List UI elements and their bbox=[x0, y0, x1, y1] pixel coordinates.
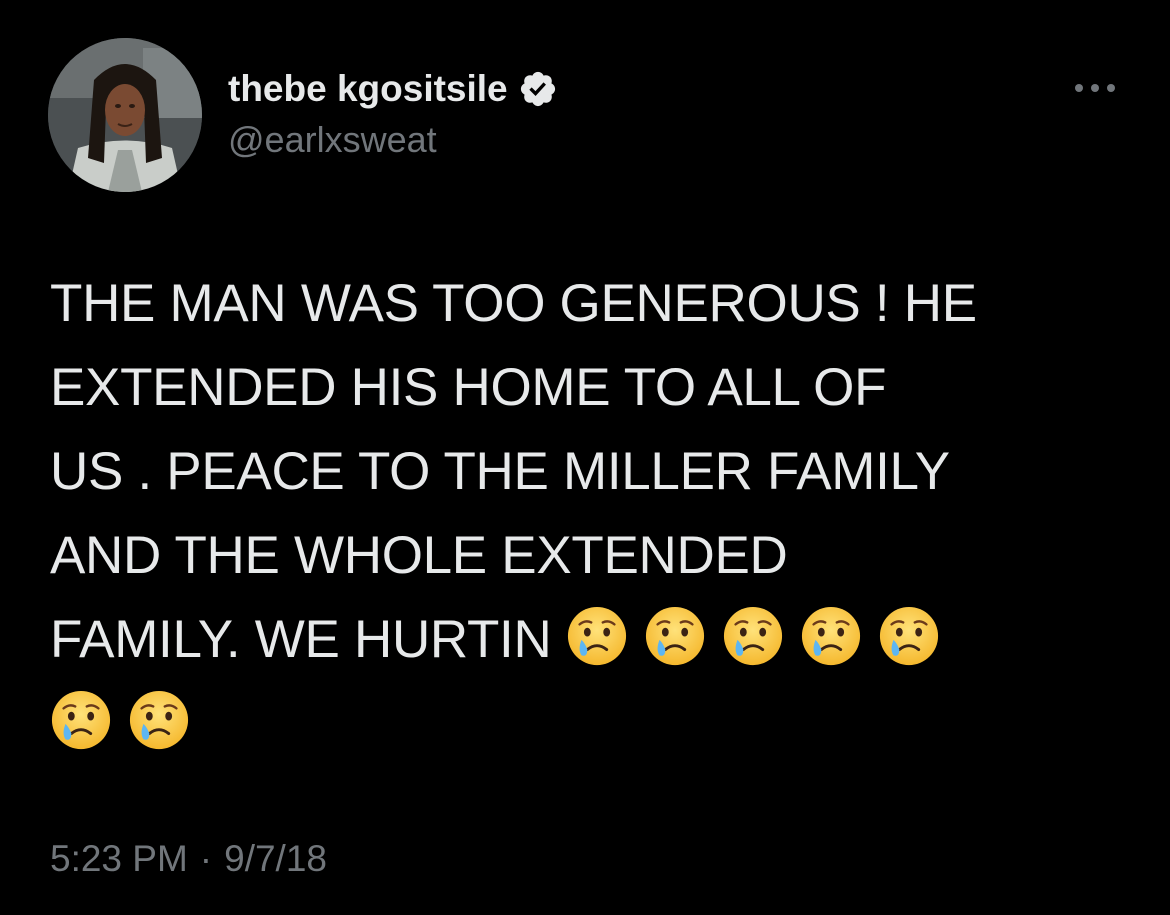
tweet-line: AND THE WHOLE EXTENDED bbox=[50, 526, 788, 585]
crying-face-emoji-icon bbox=[644, 605, 706, 667]
tweet-line: THE MAN WAS TOO GENEROUS ! HE bbox=[50, 274, 977, 333]
emoji-row bbox=[50, 690, 206, 753]
more-options-icon bbox=[1075, 84, 1115, 92]
tweet-time: 5:23 PM bbox=[50, 838, 188, 879]
emoji-row bbox=[566, 606, 956, 669]
tweet-line: EXTENDED HIS HOME TO ALL OF bbox=[50, 358, 887, 417]
display-name[interactable]: thebe kgositsile bbox=[228, 68, 508, 110]
user-handle[interactable]: @earlxsweat bbox=[228, 119, 437, 161]
avatar[interactable] bbox=[48, 38, 202, 192]
crying-face-emoji-icon bbox=[878, 605, 940, 667]
separator: · bbox=[199, 838, 213, 879]
avatar-image bbox=[48, 38, 202, 192]
tweet-text: THE MAN WAS TOO GENEROUS ! HE EXTENDED H… bbox=[50, 262, 1130, 766]
tweet-line: FAMILY. WE HURTIN bbox=[50, 610, 552, 669]
crying-face-emoji-icon bbox=[50, 689, 112, 751]
crying-face-emoji-icon bbox=[566, 605, 628, 667]
verified-badge-icon bbox=[518, 69, 558, 109]
tweet-date: 9/7/18 bbox=[224, 838, 327, 879]
more-options-button[interactable] bbox=[1070, 70, 1120, 106]
author-name-row[interactable]: thebe kgositsile bbox=[228, 64, 558, 114]
crying-face-emoji-icon bbox=[722, 605, 784, 667]
crying-face-emoji-icon bbox=[800, 605, 862, 667]
tweet-timestamp[interactable]: 5:23 PM · 9/7/18 bbox=[50, 838, 327, 880]
tweet-line: US . PEACE TO THE MILLER FAMILY bbox=[50, 442, 950, 501]
crying-face-emoji-icon bbox=[128, 689, 190, 751]
